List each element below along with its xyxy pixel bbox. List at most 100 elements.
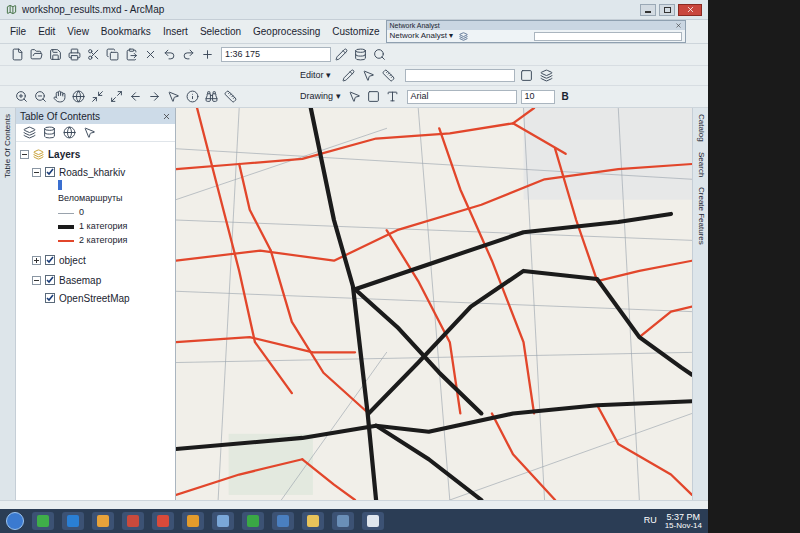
clock[interactable]: 5:37 PM15-Nov-14 [665,513,702,530]
scale-field[interactable]: 1:36 175 [221,47,331,62]
taskbar-app[interactable] [62,512,84,530]
copy-button[interactable] [103,46,121,64]
menu-item[interactable]: Bookmarks [101,24,151,39]
maximize-button[interactable] [659,4,675,16]
fixed-zoom-in-button[interactable] [88,88,106,106]
add-data-button[interactable] [198,46,216,64]
arcmap-icon [6,4,17,15]
bold-button[interactable]: B [562,89,569,104]
paste-button[interactable] [122,46,140,64]
expander[interactable] [32,256,41,265]
fixed-zoom-in-icon [91,90,104,103]
edit-button[interactable] [359,67,377,85]
minimize-button[interactable] [640,4,656,16]
expander[interactable] [32,276,41,285]
side-tab[interactable]: Search [695,152,707,177]
layer-checkbox[interactable] [45,255,55,265]
map-view[interactable] [176,108,692,500]
side-tab[interactable]: Create Features [695,187,707,245]
list-by-source-button[interactable] [40,124,58,142]
menu-item[interactable]: File [10,24,26,39]
expander[interactable] [20,150,29,159]
editor-tool-button[interactable] [332,46,350,64]
taskbar-app[interactable] [32,512,54,530]
minus-icon [21,151,28,158]
editor-dropdown[interactable]: Editor ▾ [300,69,331,83]
close-button[interactable] [678,4,702,16]
menu-item[interactable]: Insert [163,24,188,39]
font-size-field[interactable]: 10 [521,90,555,104]
print-button[interactable] [65,46,83,64]
text-button[interactable] [384,88,402,106]
undo-button[interactable] [160,46,178,64]
forward-button[interactable] [145,88,163,106]
menu-item[interactable]: View [67,24,89,39]
taskbar-app[interactable] [332,512,354,530]
menu-item[interactable]: Edit [38,24,55,39]
taskbar-app[interactable] [302,512,324,530]
taskbar-app[interactable] [92,512,114,530]
layer-name[interactable]: OpenStreetMap [59,291,130,306]
start-button[interactable] [6,512,24,530]
open-button[interactable] [27,46,45,64]
text-icon [386,90,399,103]
drawing-dropdown[interactable]: Drawing ▾ [300,90,341,104]
measure-button[interactable] [379,67,397,85]
sublayer-checkbox[interactable] [45,293,55,303]
select-button[interactable] [164,88,182,106]
close-icon[interactable] [675,22,682,29]
layers-icon[interactable] [459,32,468,41]
road [597,261,692,281]
side-tab[interactable]: Catalog [695,114,707,142]
layer-name[interactable]: Basemap [59,273,101,288]
taskbar-app[interactable] [212,512,234,530]
search-button[interactable] [370,46,388,64]
save-button[interactable] [46,46,64,64]
catalog-button[interactable] [351,46,369,64]
font-field[interactable]: Arial [407,90,517,104]
close-icon[interactable] [162,112,171,121]
back-button[interactable] [126,88,144,106]
list-by-drawing-order-button[interactable] [20,124,38,142]
menu-item[interactable]: Selection [200,24,241,39]
side-tab[interactable]: Table Of Contents [2,114,14,178]
identify-button[interactable] [183,88,201,106]
list-by-visibility-button[interactable] [60,124,78,142]
zoom-out-button[interactable] [31,88,49,106]
cut-button[interactable] [84,46,102,64]
list-by-selection-button[interactable] [80,124,98,142]
layer-checkbox[interactable] [45,167,55,177]
menu-item[interactable]: Customize [332,24,379,39]
pan-button[interactable] [50,88,68,106]
find-button[interactable] [202,88,220,106]
language-indicator[interactable]: RU [644,514,657,528]
projected-screen: workshop_results.mxd - ArcMapFileEditVie… [0,0,708,533]
layer-name[interactable]: object [59,253,86,268]
menu-item[interactable]: Geoprocessing [253,24,320,39]
sketch-button[interactable] [339,67,357,85]
network-analyst-dropdown[interactable]: Network Analyst ▾ [390,32,454,40]
road [597,405,692,495]
layers-button[interactable] [537,67,555,85]
taskbar-app[interactable] [272,512,294,530]
new-button[interactable] [8,46,26,64]
redo-button[interactable] [179,46,197,64]
taskbar-app[interactable] [362,512,384,530]
taskbar-app[interactable] [242,512,264,530]
measure-button[interactable] [221,88,239,106]
layer-name[interactable]: Roads_kharkiv [59,165,125,180]
expander[interactable] [32,168,41,177]
rectangle-button[interactable] [365,88,383,106]
layer-checkbox[interactable] [45,275,55,285]
editor-field[interactable] [405,69,515,82]
taskbar-app[interactable] [122,512,144,530]
shape-button[interactable] [517,67,535,85]
draw-select-button[interactable] [346,88,364,106]
network-field[interactable] [534,32,681,41]
delete-button[interactable] [141,46,159,64]
zoom-in-button[interactable] [12,88,30,106]
fixed-zoom-out-button[interactable] [107,88,125,106]
taskbar-app[interactable] [182,512,204,530]
full-extent-button[interactable] [69,88,87,106]
taskbar-app[interactable] [152,512,174,530]
